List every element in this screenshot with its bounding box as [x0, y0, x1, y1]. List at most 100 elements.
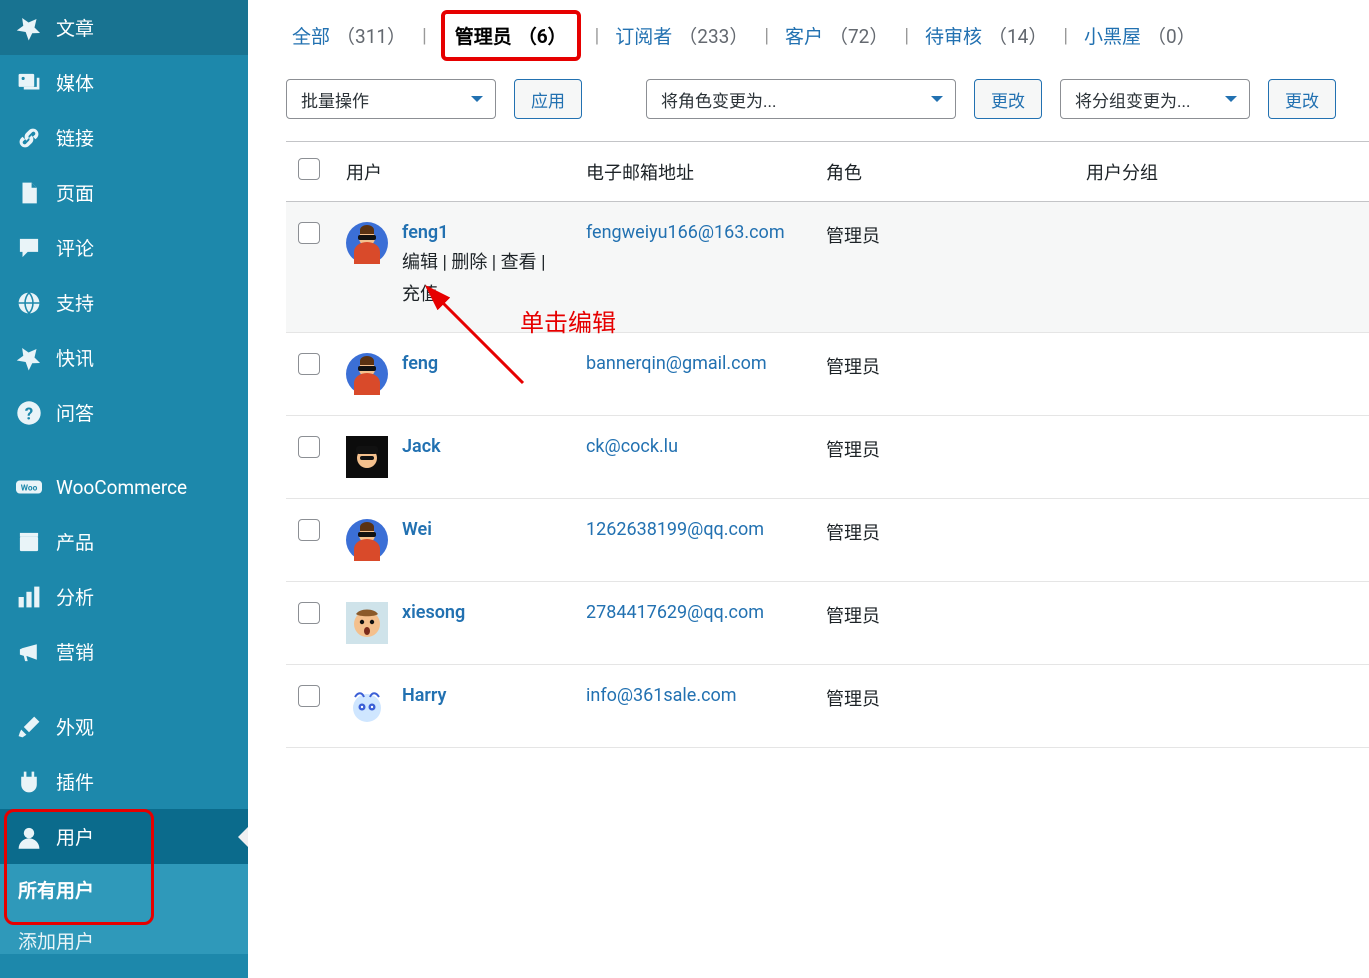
users-table: 用户 电子邮箱地址 角色 用户分组 feng1编辑 | 删除 | 查看 | 充值…: [286, 141, 1369, 748]
sidebar-item-products[interactable]: 产品: [0, 514, 248, 569]
analytics-icon: [16, 584, 42, 610]
email-link[interactable]: bannerqin@gmail.com: [586, 353, 767, 374]
sidebar-item-label: 页面: [56, 179, 94, 206]
email-link[interactable]: ck@cock.lu: [586, 436, 678, 457]
sidebar-submenu-users: 所有用户 添加用户: [0, 864, 248, 954]
change-group-select[interactable]: 将分组变更为...: [1060, 79, 1250, 119]
change-role-select[interactable]: 将角色变更为...: [646, 79, 956, 119]
change-role-button[interactable]: 更改: [974, 79, 1042, 119]
annotation-redbox-tab: 管理员（6）: [441, 10, 581, 61]
action-delete[interactable]: 删除: [451, 252, 487, 273]
sidebar-item-analytics[interactable]: 分析: [0, 569, 248, 624]
user-filter-tabs: 全部（311） | 管理员（6） | 订阅者（233） | 客户（72） | 待…: [286, 22, 1369, 49]
avatar: [346, 222, 388, 264]
role-text: 管理员: [826, 606, 880, 627]
brush-icon: [16, 714, 42, 740]
row-checkbox[interactable]: [298, 685, 320, 707]
row-checkbox[interactable]: [298, 436, 320, 458]
sidebar-item-news[interactable]: 快讯: [0, 330, 248, 385]
sidebar-item-comments[interactable]: 评论: [0, 220, 248, 275]
action-view[interactable]: 查看: [501, 252, 537, 273]
sidebar-item-appearance[interactable]: 外观: [0, 699, 248, 754]
row-checkbox[interactable]: [298, 602, 320, 624]
sidebar-item-label: 快讯: [56, 344, 94, 371]
sidebar-subitem-add-user[interactable]: 添加用户: [0, 915, 248, 954]
tab-pending[interactable]: 待审核（14）: [919, 22, 1053, 49]
bulk-action-select[interactable]: 批量操作: [286, 79, 496, 119]
avatar: [346, 602, 388, 644]
table-row: feng1编辑 | 删除 | 查看 | 充值fengweiyu166@163.c…: [286, 202, 1369, 333]
plugin-icon: [16, 769, 42, 795]
sidebar-item-qa[interactable]: ? 问答: [0, 385, 248, 440]
column-header-group[interactable]: 用户分组: [1074, 142, 1369, 202]
role-text: 管理员: [826, 523, 880, 544]
sidebar-item-label: 支持: [56, 289, 94, 316]
avatar: [346, 436, 388, 478]
avatar: [346, 519, 388, 561]
sidebar-item-plugins[interactable]: 插件: [0, 754, 248, 809]
sidebar-item-posts[interactable]: 文章: [0, 0, 248, 55]
woo-icon: Woo: [16, 474, 42, 500]
username-link[interactable]: xiesong: [402, 602, 465, 623]
email-link[interactable]: 1262638199@qq.com: [586, 519, 764, 540]
table-row: xiesong 2784417629@qq.com 管理员: [286, 581, 1369, 664]
sidebar-item-label: 文章: [56, 14, 94, 41]
table-row: Wei 1262638199@qq.com 管理员: [286, 498, 1369, 581]
action-edit[interactable]: 编辑: [402, 252, 438, 273]
select-all-checkbox[interactable]: [298, 158, 320, 180]
help-icon: ?: [16, 400, 42, 426]
email-link[interactable]: fengweiyu166@163.com: [586, 222, 785, 243]
tab-customer[interactable]: 客户（72）: [779, 22, 894, 49]
action-recharge[interactable]: 充值: [402, 284, 438, 305]
pin-icon: [16, 345, 42, 371]
email-link[interactable]: 2784417629@qq.com: [586, 602, 764, 623]
sidebar-item-label: WooCommerce: [56, 476, 187, 499]
role-text: 管理员: [826, 689, 880, 710]
admin-sidebar: 文章 媒体 链接 页面 评论 支持 快讯 ? 问答: [0, 0, 248, 978]
tab-admin[interactable]: 管理员（6）: [437, 22, 585, 49]
email-link[interactable]: info@361sale.com: [586, 685, 737, 706]
sidebar-item-media[interactable]: 媒体: [0, 55, 248, 110]
sidebar-subitem-all-users[interactable]: 所有用户: [0, 864, 248, 915]
column-header-role[interactable]: 角色: [814, 142, 1074, 202]
table-row: Jackck@cock.lu管理员: [286, 415, 1369, 498]
apply-button[interactable]: 应用: [514, 79, 582, 119]
tab-subscriber[interactable]: 订阅者（233）: [609, 22, 754, 49]
megaphone-icon: [16, 639, 42, 665]
username-link[interactable]: Harry: [402, 685, 446, 706]
row-checkbox[interactable]: [298, 353, 320, 375]
sidebar-item-label: 插件: [56, 768, 94, 795]
sidebar-item-support[interactable]: 支持: [0, 275, 248, 330]
column-header-email[interactable]: 电子邮箱地址: [574, 142, 814, 202]
tab-blacklist[interactable]: 小黑屋（0）: [1078, 22, 1202, 49]
sidebar-item-label: 问答: [56, 399, 94, 426]
globe-icon: [16, 290, 42, 316]
column-header-user[interactable]: 用户: [334, 142, 574, 202]
sidebar-item-links[interactable]: 链接: [0, 110, 248, 165]
sidebar-item-pages[interactable]: 页面: [0, 165, 248, 220]
sidebar-item-users[interactable]: 用户: [0, 809, 248, 864]
product-icon: [16, 529, 42, 555]
sidebar-item-marketing[interactable]: 营销: [0, 624, 248, 679]
svg-text:Woo: Woo: [21, 484, 38, 494]
user-icon: [16, 824, 42, 850]
comment-icon: [16, 235, 42, 261]
bulk-actions-toolbar: 批量操作 应用 将角色变更为... 更改 将分组变更为... 更改: [286, 79, 1369, 119]
sidebar-item-label: 媒体: [56, 69, 94, 96]
role-text: 管理员: [826, 357, 880, 378]
tab-all[interactable]: 全部（311）: [286, 22, 412, 49]
sidebar-item-label: 分析: [56, 583, 94, 610]
row-checkbox[interactable]: [298, 519, 320, 541]
sidebar-item-woocommerce[interactable]: Woo WooCommerce: [0, 460, 248, 514]
row-checkbox[interactable]: [298, 222, 320, 244]
sidebar-item-label: 链接: [56, 124, 94, 151]
pin-icon: [16, 15, 42, 41]
username-link[interactable]: feng1: [402, 222, 448, 243]
username-link[interactable]: Jack: [402, 436, 441, 457]
username-link[interactable]: feng: [402, 353, 438, 374]
change-group-button[interactable]: 更改: [1268, 79, 1336, 119]
table-row: Harry info@361sale.com 管理员: [286, 664, 1369, 747]
main-content: 全部（311） | 管理员（6） | 订阅者（233） | 客户（72） | 待…: [248, 0, 1369, 978]
role-text: 管理员: [826, 226, 880, 247]
username-link[interactable]: Wei: [402, 519, 432, 540]
